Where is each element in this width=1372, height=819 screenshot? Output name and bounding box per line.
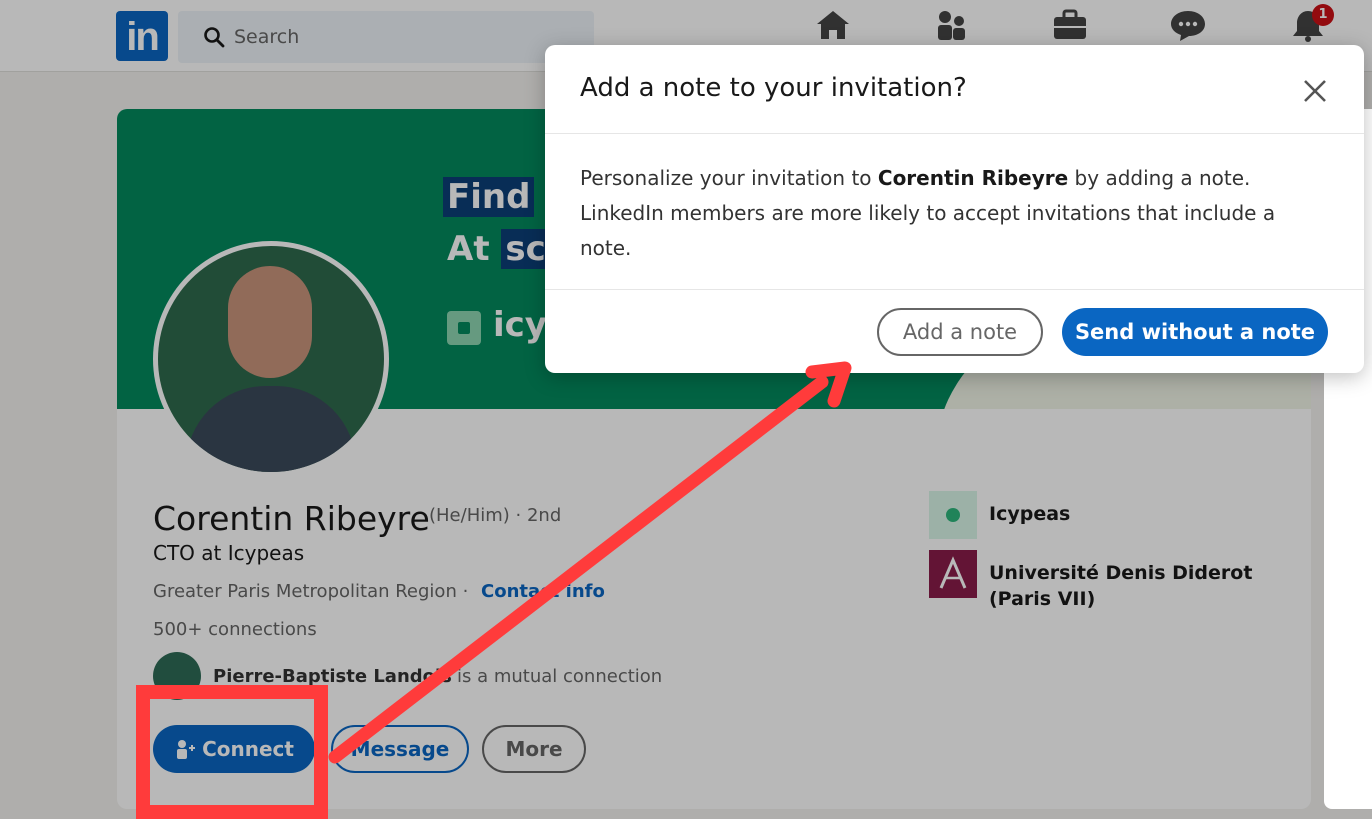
modal-footer: Add a note Send without a note	[545, 289, 1364, 373]
invitation-modal: Add a note to your invitation? Personali…	[545, 45, 1364, 373]
close-button[interactable]	[1297, 73, 1333, 109]
modal-header: Add a note to your invitation?	[545, 45, 1364, 134]
modal-body-pre: Personalize your invitation to	[580, 166, 878, 190]
connect-highlight-box	[136, 685, 328, 819]
add-note-button[interactable]: Add a note	[877, 308, 1043, 356]
close-icon	[1304, 80, 1326, 102]
send-without-note-button[interactable]: Send without a note	[1062, 308, 1328, 356]
modal-title: Add a note to your invitation?	[580, 73, 967, 103]
modal-body: Personalize your invitation to Corentin …	[580, 161, 1330, 266]
modal-body-name: Corentin Ribeyre	[877, 166, 1069, 190]
